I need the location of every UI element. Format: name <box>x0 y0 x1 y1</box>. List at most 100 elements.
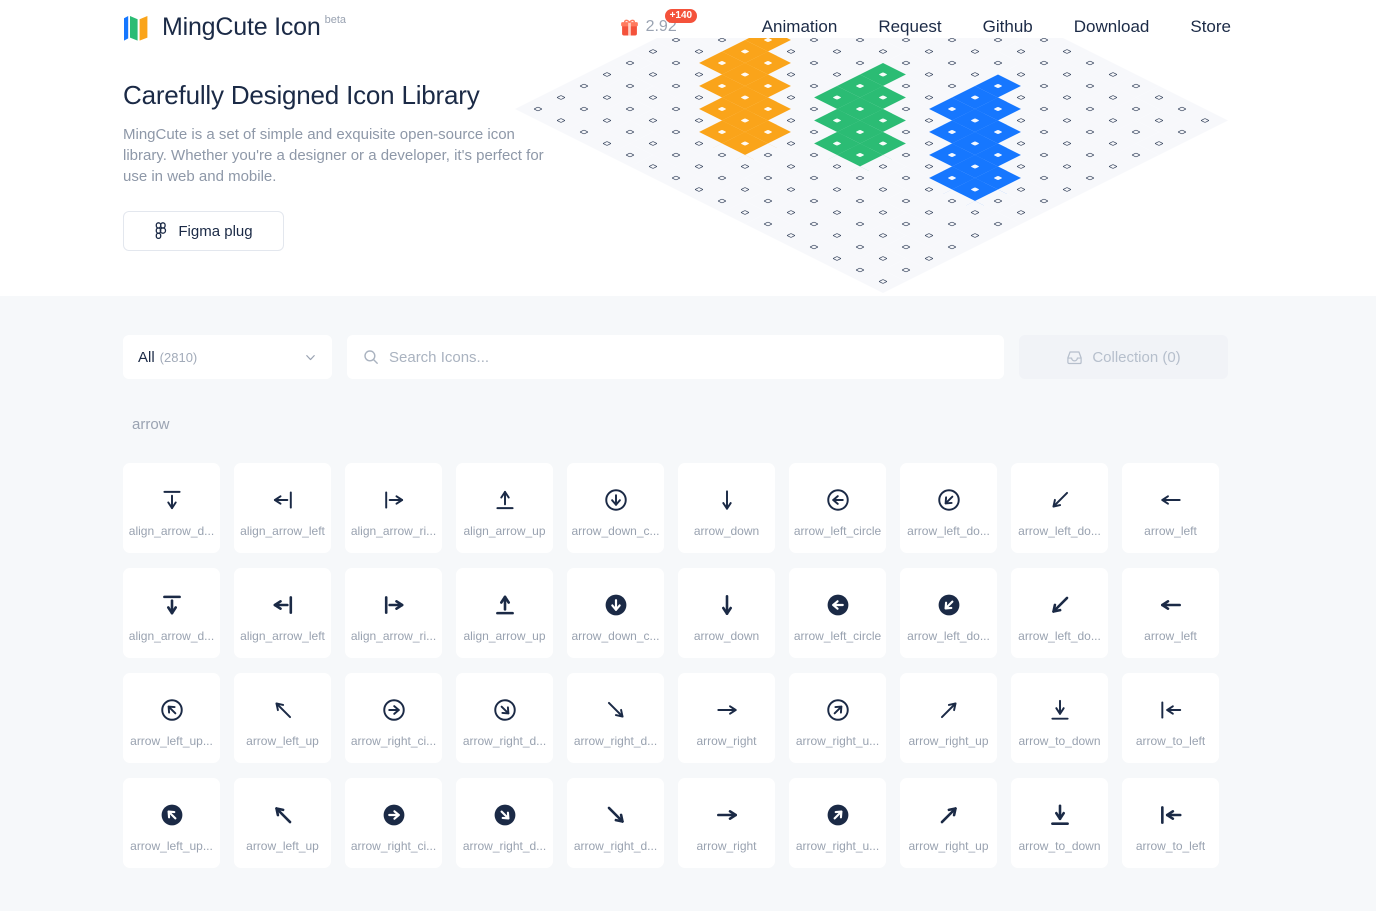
align-arrow-down-fill-icon <box>159 592 185 618</box>
icon-card-label: align_arrow_left <box>240 524 325 538</box>
icon-card[interactable]: arrow_down <box>678 568 775 658</box>
icon-card[interactable]: arrow_right_u... <box>789 673 886 763</box>
arrow-down-line-icon <box>714 487 740 513</box>
icon-card[interactable]: arrow_left_up... <box>123 778 220 868</box>
icon-card-label: arrow_left_do... <box>1018 629 1101 643</box>
icon-card-label: arrow_right_u... <box>795 734 880 748</box>
icon-card-label: arrow_right_d... <box>462 734 547 748</box>
version-indicator[interactable]: 2.92 +140 <box>620 8 698 37</box>
search-box[interactable] <box>347 335 1004 379</box>
icon-card[interactable]: arrow_right_up <box>900 778 997 868</box>
icon-card[interactable]: align_arrow_up <box>456 463 553 553</box>
icon-card[interactable]: arrow_right_d... <box>567 673 664 763</box>
icon-card[interactable]: arrow_right_up <box>900 673 997 763</box>
search-input[interactable] <box>389 348 988 366</box>
brand[interactable]: MingCute Icon beta <box>123 12 346 42</box>
arrow-right-line-icon <box>714 697 740 723</box>
icon-card[interactable]: align_arrow_ri... <box>345 568 442 658</box>
icon-card-label: arrow_left_up... <box>130 734 213 748</box>
icon-card[interactable]: arrow_right_d... <box>567 778 664 868</box>
figma-plugin-button[interactable]: Figma plug <box>123 211 284 251</box>
icon-card[interactable]: arrow_left_up <box>234 673 331 763</box>
icon-card-label: arrow_left_up <box>246 839 319 853</box>
icon-card[interactable]: align_arrow_d... <box>123 568 220 658</box>
arrow-right-up-fill-icon <box>936 802 962 828</box>
icon-card[interactable]: arrow_right_u... <box>789 778 886 868</box>
arrow-right-up-line-icon <box>936 697 962 723</box>
align-arrow-right-line-icon <box>381 487 407 513</box>
arrow-left-up-circle-fill-icon <box>159 802 185 828</box>
icon-card[interactable]: arrow_right_d... <box>456 778 553 868</box>
align-arrow-up-line-icon <box>492 487 518 513</box>
icon-card[interactable]: align_arrow_ri... <box>345 463 442 553</box>
icon-library-section: All (2810) Collection (0) <box>0 296 1376 911</box>
hero-description: MingCute is a set of simple and exquisit… <box>123 126 544 185</box>
icon-card[interactable]: arrow_to_left <box>1122 778 1219 868</box>
figma-plugin-label: Figma plug <box>178 222 253 240</box>
library-controls: All (2810) Collection (0) <box>123 335 1228 379</box>
icon-card[interactable]: arrow_down_c... <box>567 568 664 658</box>
arrow-left-down-circle-line-icon <box>936 487 962 513</box>
icon-card[interactable]: arrow_right_ci... <box>345 778 442 868</box>
icon-card[interactable]: arrow_to_left <box>1122 673 1219 763</box>
site-header: MingCute Icon beta 2.92 +140 Animation R… <box>0 0 1376 54</box>
icon-card[interactable]: arrow_left_up <box>234 778 331 868</box>
category-heading: arrow <box>132 416 170 433</box>
icon-card-label: arrow_right_ci... <box>350 839 437 853</box>
chevron-down-icon <box>306 354 315 360</box>
arrow-left-down-fill-icon <box>1047 592 1073 618</box>
icon-card-label: arrow_left_circle <box>793 524 882 538</box>
nav-link-store[interactable]: Store <box>1190 17 1231 37</box>
icon-card-label: align_arrow_left <box>240 629 325 643</box>
icon-card-label: arrow_left <box>1144 524 1197 538</box>
page-title: Carefully Designed Icon Library <box>123 80 480 110</box>
icon-card-label: arrow_left_up... <box>130 839 213 853</box>
icon-card[interactable]: arrow_to_down <box>1011 778 1108 868</box>
nav-link-download[interactable]: Download <box>1074 17 1150 37</box>
icon-card[interactable]: arrow_left_circle <box>789 463 886 553</box>
icon-card[interactable]: arrow_left_do... <box>1011 463 1108 553</box>
icon-card[interactable]: arrow_down_c... <box>567 463 664 553</box>
nav-link-github[interactable]: Github <box>983 17 1033 37</box>
icon-card[interactable]: align_arrow_left <box>234 568 331 658</box>
icon-card-label: arrow_down_c... <box>571 524 660 538</box>
icon-card[interactable]: arrow_left <box>1122 463 1219 553</box>
nav-link-request[interactable]: Request <box>878 17 941 37</box>
align-arrow-left-fill-icon <box>270 592 296 618</box>
icon-card[interactable]: arrow_right <box>678 778 775 868</box>
category-filter-select[interactable]: All (2810) <box>123 335 332 379</box>
icon-card-label: arrow_to_down <box>1018 734 1101 748</box>
brand-beta-tag: beta <box>324 14 347 26</box>
icon-card-label: align_arrow_d... <box>128 629 215 643</box>
arrow-right-down-line-icon <box>603 697 629 723</box>
icon-card[interactable]: align_arrow_up <box>456 568 553 658</box>
icon-grid: align_arrow_d... align_arrow_left align_ar… <box>123 463 1219 868</box>
icon-card-label: align_arrow_ri... <box>350 629 437 643</box>
icon-card[interactable]: align_arrow_left <box>234 463 331 553</box>
icon-card[interactable]: arrow_to_down <box>1011 673 1108 763</box>
arrow-left-down-circle-fill-icon <box>936 592 962 618</box>
icon-card[interactable]: arrow_left_do... <box>900 463 997 553</box>
icon-card[interactable]: arrow_left_circle <box>789 568 886 658</box>
collection-button[interactable]: Collection (0) <box>1019 335 1228 379</box>
icon-card[interactable]: align_arrow_d... <box>123 463 220 553</box>
arrow-right-fill-icon <box>714 802 740 828</box>
icon-card[interactable]: arrow_right <box>678 673 775 763</box>
icon-card[interactable]: arrow_left_up... <box>123 673 220 763</box>
nav-link-animation[interactable]: Animation <box>762 17 838 37</box>
arrow-left-up-circle-line-icon <box>159 697 185 723</box>
main-nav: 2.92 +140 Animation Request Github Downl… <box>620 8 1231 37</box>
icon-card[interactable]: arrow_left_do... <box>1011 568 1108 658</box>
icon-card[interactable]: arrow_left_do... <box>900 568 997 658</box>
icon-card[interactable]: arrow_down <box>678 463 775 553</box>
icon-card-label: arrow_down <box>693 629 760 643</box>
align-arrow-up-fill-icon <box>492 592 518 618</box>
arrow-left-up-line-icon <box>270 697 296 723</box>
align-arrow-right-fill-icon <box>381 592 407 618</box>
icon-card[interactable]: arrow_right_d... <box>456 673 553 763</box>
icon-card[interactable]: arrow_right_ci... <box>345 673 442 763</box>
arrow-right-down-circle-fill-icon <box>492 802 518 828</box>
icon-card[interactable]: arrow_left <box>1122 568 1219 658</box>
icon-card-label: arrow_to_down <box>1018 839 1101 853</box>
arrow-right-down-fill-icon <box>603 802 629 828</box>
